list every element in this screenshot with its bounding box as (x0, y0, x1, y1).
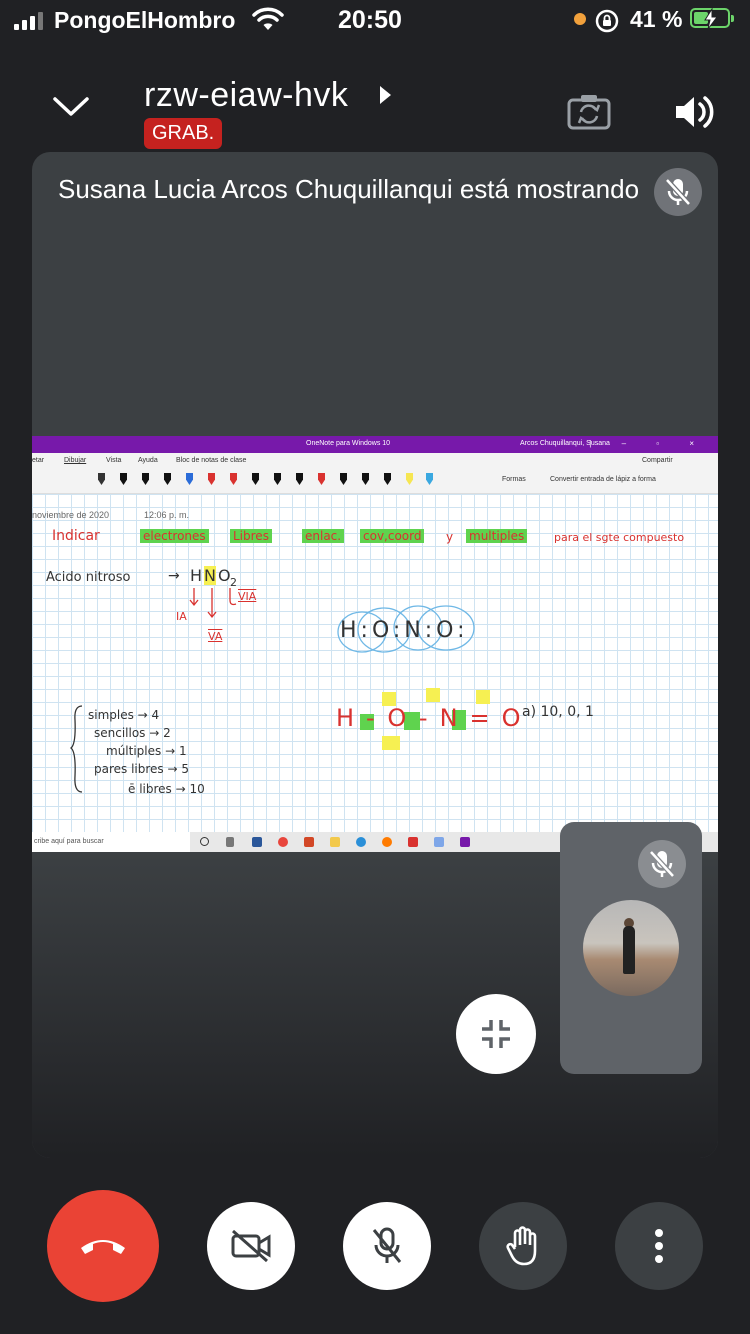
edge-icon (356, 837, 366, 847)
page-date: noviembre de 2020 (32, 510, 110, 520)
page-time: 12:06 p. m. (144, 510, 190, 520)
window-controls-icon: | – ▫ × (589, 439, 708, 448)
chrome-icon (278, 837, 288, 847)
mic-in-use-indicator (574, 13, 586, 25)
recording-badge: GRAB. (144, 118, 223, 149)
note-y: y (446, 530, 454, 544)
microphone-toggle-button[interactable] (343, 1202, 431, 1290)
taskbar-search-text: cribe aquí para buscar (34, 838, 104, 845)
battery-icon (690, 8, 734, 30)
status-bar: PongoElHombro 20:50 41 % (0, 0, 750, 44)
wifi-icon (252, 7, 284, 30)
powerpoint-icon (304, 837, 314, 847)
meeting-code[interactable]: rzw-eiaw-hvk (144, 76, 348, 115)
battery-percent: 41 % (630, 6, 683, 32)
note-electrones: electrones (140, 529, 209, 543)
note-struct: H-O-N=O (336, 704, 533, 732)
menu-item: etar (32, 457, 45, 464)
note-lewis: H:O:N:O: (340, 618, 469, 643)
self-mic-muted-icon (638, 840, 686, 888)
note-simples: simples → 4 (88, 708, 160, 722)
presentation-tile[interactable]: Susana Lucia Arcos Chuquillanqui está mo… (32, 152, 718, 1158)
onenote-page: noviembre de 2020 12:06 p. m. Indicar el… (32, 494, 718, 832)
tool-shapes: Formas (502, 476, 526, 483)
speaker-icon[interactable] (672, 90, 716, 134)
camera-toggle-button[interactable] (207, 1202, 295, 1290)
presenter-label: Susana Lucia Arcos Chuquillanqui está mo… (58, 174, 640, 204)
app-icon (434, 837, 444, 847)
note-para: para el sgte compuesto (554, 531, 685, 544)
note-arrow: → (168, 568, 180, 584)
shared-screen: OneNote para Windows 10 Arcos Chuquillan… (32, 436, 718, 852)
collapse-chevron-icon[interactable] (52, 96, 90, 118)
onenote-pen-toolbar: Formas Convertir entrada de lápiz a form… (32, 467, 718, 494)
note-multiples-count: múltiples → 1 (106, 744, 187, 758)
tool-convert: Convertir entrada de lápiz a forma (550, 476, 656, 483)
note-formula-h: H (190, 566, 203, 585)
share-label: Compartir (642, 457, 673, 464)
note-grp-va: VA (208, 630, 223, 643)
meeting-details-arrow-icon[interactable] (380, 86, 391, 104)
note-formula-n: N (204, 566, 216, 585)
menu-item: Ayuda (138, 457, 158, 464)
onenote-window-title: OneNote para Windows 10 (306, 440, 391, 447)
note-formula-o: O (218, 566, 231, 585)
switch-camera-icon[interactable] (566, 92, 612, 132)
note-pares: pares libres → 5 (94, 762, 189, 776)
note-libres: Libres (230, 529, 272, 543)
taskbar-search: cribe aquí para buscar (32, 832, 190, 852)
note-grp-via: VIA (238, 590, 257, 603)
note-sencillos: sencillos → 2 (94, 726, 171, 740)
menu-item: Bloc de notas de clase (176, 457, 247, 464)
phone-hangup-icon (81, 1240, 125, 1254)
word-icon (252, 837, 262, 847)
note-grp-ia: IA (176, 610, 187, 623)
task-view-icon (226, 837, 234, 847)
mic-off-icon (372, 1227, 402, 1263)
note-cov-coord: cov,coord (360, 529, 425, 543)
carrier-name: PongoElHombro (54, 7, 236, 33)
note-e-libres: ē libres → 10 (128, 782, 205, 796)
clock: 20:50 (338, 6, 402, 34)
onenote-menu: etar Dibujar Vista Ayuda Bloc de notas d… (32, 453, 718, 467)
note-acido: Acido nitroso (46, 570, 131, 585)
camera-off-icon (231, 1229, 271, 1263)
onenote-titlebar: OneNote para Windows 10 Arcos Chuquillan… (32, 436, 718, 453)
hang-up-button[interactable] (47, 1190, 159, 1302)
hand-icon (506, 1226, 537, 1266)
more-vert-icon (655, 1229, 663, 1263)
presenter-mic-muted-icon (654, 168, 702, 216)
more-options-button[interactable] (615, 1202, 703, 1290)
collapse-icon (482, 1020, 510, 1048)
acrobat-icon (408, 837, 418, 847)
avatar (583, 900, 679, 996)
self-view-tile[interactable] (560, 822, 702, 1074)
note-enlac: enlac. (302, 529, 345, 543)
rotation-lock-icon (595, 9, 619, 33)
file-explorer-icon (330, 837, 340, 847)
signal-icon (14, 12, 43, 30)
onenote-icon (460, 837, 470, 847)
cortana-icon (200, 837, 209, 846)
brace (70, 705, 83, 793)
minimize-presentation-button[interactable] (456, 994, 536, 1074)
menu-item: Vista (106, 457, 122, 464)
note-indicar: Indicar (52, 528, 100, 544)
note-answer: a) 10, 0, 1 (522, 704, 594, 720)
note-multiples: multiples (466, 529, 528, 543)
raise-hand-button[interactable] (479, 1202, 567, 1290)
menu-item: Dibujar (64, 457, 87, 464)
firefox-icon (382, 837, 392, 847)
